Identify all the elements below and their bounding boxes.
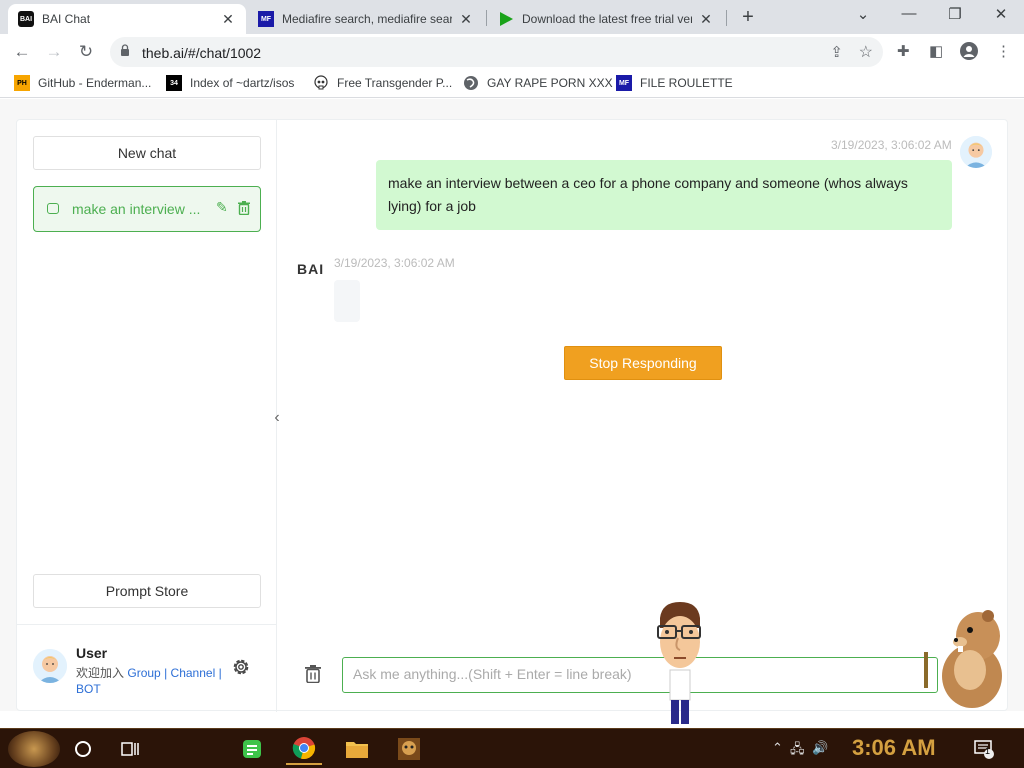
game-app-icon[interactable]	[391, 733, 427, 765]
profile-avatar-icon[interactable]	[960, 42, 978, 64]
cortana-search-icon[interactable]	[71, 737, 95, 761]
globe-icon	[463, 75, 479, 91]
channel-link[interactable]: Channel	[171, 666, 216, 680]
chat-app: New chat make an interview ... ✎ Prompt …	[16, 119, 1008, 712]
bai-bot-logo: BAI	[297, 261, 325, 277]
ph-favicon-icon: PH	[14, 75, 30, 91]
chat-panel: 3/19/2023, 3:06:02 AM make an interview …	[278, 120, 1008, 712]
bookmarks-bar: PH GitHub - Enderman... 34 Index of ~dar…	[0, 70, 1024, 98]
bookmark-file-roulette[interactable]: MF FILE ROULETTE	[616, 75, 733, 91]
back-arrow-icon[interactable]: ←	[10, 40, 34, 64]
bot-link[interactable]: BOT	[76, 682, 101, 696]
bookmark-star-icon[interactable]: ☆	[859, 42, 873, 62]
delete-trash-icon[interactable]	[238, 201, 250, 215]
forward-arrow-icon[interactable]: →	[42, 40, 66, 64]
mediafire-favicon-icon: MF	[616, 75, 632, 91]
user-links: 欢迎加入 Group | Channel | BOT	[76, 665, 236, 697]
network-icon[interactable]: 🖧	[790, 740, 805, 762]
tab-mediafire-search[interactable]: MF Mediafire search, mediafire search ✕	[248, 4, 484, 34]
settings-gear-icon[interactable]	[231, 657, 251, 677]
link-separator: |	[164, 666, 168, 680]
mediafire-favicon-icon: MF	[258, 11, 274, 27]
task-view-icon[interactable]	[118, 737, 142, 761]
chat-bubble-icon	[47, 203, 59, 214]
bookmark-index-dartz[interactable]: 34 Index of ~dartz/isos	[166, 75, 294, 91]
user-panel: User 欢迎加入 Group | Channel | BOT	[17, 624, 277, 712]
notification-count-badge: 1	[985, 746, 991, 756]
bookmark-github-enderman[interactable]: PH GitHub - Enderman...	[14, 75, 151, 91]
reload-icon[interactable]: ↻	[74, 40, 98, 64]
side-panel-icon[interactable]: ◧	[929, 42, 943, 60]
browser-toolbar: ← → ↻ theb.ai/#/chat/1002 ⇪ ☆ ✚ ◧ ⋮	[0, 34, 1024, 70]
share-icon[interactable]: ⇪	[830, 43, 843, 61]
url-text: theb.ai/#/chat/1002	[142, 45, 262, 61]
volume-icon[interactable]: 🔊	[812, 740, 828, 756]
tab-search-chevron-icon[interactable]: ⌄	[851, 5, 875, 23]
address-bar[interactable]: theb.ai/#/chat/1002 ⇪ ☆	[110, 37, 883, 67]
skull-icon	[313, 75, 329, 91]
tab-title: Mediafire search, mediafire search	[282, 12, 452, 26]
edit-pencil-icon[interactable]: ✎	[216, 199, 228, 216]
page-viewport: New chat make an interview ... ✎ Prompt …	[0, 99, 1024, 712]
taskbar-clock[interactable]: 3:06 AM	[852, 735, 936, 761]
show-hidden-icons-chevron-icon[interactable]: ⌃	[772, 740, 783, 756]
play-icon	[498, 11, 514, 27]
close-tab-icon[interactable]: ✕	[698, 11, 714, 28]
bookmark-label: GAY RAPE PORN XXX	[487, 76, 613, 90]
link-separator: |	[218, 666, 222, 680]
tab-separator	[726, 10, 727, 26]
bot-message-timestamp: 3/19/2023, 3:06:02 AM	[334, 256, 455, 270]
prompt-store-button[interactable]: Prompt Store	[33, 574, 261, 608]
start-button[interactable]	[8, 731, 60, 767]
stop-responding-button[interactable]: Stop Responding	[564, 346, 722, 380]
user-message-avatar	[960, 136, 992, 168]
34-favicon-icon: 34	[166, 75, 182, 91]
join-text: 欢迎加入	[76, 666, 125, 680]
chrome-app-icon[interactable]	[286, 733, 322, 765]
bookmark-gay-rape-porn[interactable]: GAY RAPE PORN XXX	[463, 75, 613, 91]
tab-bai-chat[interactable]: BAI BAI Chat ✕	[8, 4, 246, 34]
file-explorer-icon[interactable]	[339, 733, 375, 765]
bookmark-label: Index of ~dartz/isos	[190, 76, 295, 90]
kebab-menu-icon[interactable]: ⋮	[996, 42, 1011, 60]
lock-icon	[121, 44, 129, 56]
message-input[interactable]	[353, 666, 913, 682]
cartoon-gopher-overlay	[924, 610, 1002, 708]
tab-download-trial[interactable]: Download the latest free trial ver ✕	[488, 4, 724, 34]
tab-separator	[486, 10, 487, 26]
group-link[interactable]: Group	[127, 666, 160, 680]
minimize-button[interactable]: —	[897, 5, 921, 22]
user-message-timestamp: 3/19/2023, 3:06:02 AM	[831, 138, 952, 152]
close-window-button[interactable]: ✕	[989, 5, 1013, 23]
tab-strip: BAI BAI Chat ✕ MF Mediafire search, medi…	[0, 0, 1024, 34]
restore-button[interactable]: ❐	[943, 5, 967, 23]
tab-title: BAI Chat	[42, 12, 91, 26]
message-input-container	[342, 657, 938, 693]
bai-favicon-icon: BAI	[18, 11, 34, 27]
user-name: User	[76, 645, 108, 661]
extensions-puzzle-icon[interactable]: ✚	[897, 42, 910, 60]
tab-title: Download the latest free trial ver	[522, 12, 692, 26]
notes-app-icon[interactable]	[234, 733, 270, 765]
cartoon-character-overlay	[657, 602, 701, 724]
notifications-icon[interactable]: 1	[972, 737, 996, 761]
close-tab-icon[interactable]: ✕	[458, 11, 474, 28]
bookmark-label: Free Transgender P...	[337, 76, 453, 90]
new-tab-button[interactable]: +	[737, 6, 759, 29]
bookmark-free-transgender[interactable]: Free Transgender P...	[313, 75, 452, 91]
close-tab-icon[interactable]: ✕	[220, 11, 236, 28]
bookmark-label: GitHub - Enderman...	[38, 76, 152, 90]
taskbar: ⌃ 🖧 🔊 3:06 AM 1	[0, 728, 1024, 768]
sidebar: New chat make an interview ... ✎ Prompt …	[17, 120, 277, 712]
clear-chat-trash-icon[interactable]	[305, 665, 321, 683]
bookmark-label: FILE ROULETTE	[640, 76, 733, 90]
user-message-bubble: make an interview between a ceo for a ph…	[376, 160, 952, 230]
bot-message-bubble	[334, 280, 360, 322]
user-avatar	[33, 649, 67, 683]
chat-list-item[interactable]: make an interview ... ✎	[33, 186, 261, 232]
new-chat-button[interactable]: New chat	[33, 136, 261, 170]
chat-title: make an interview ...	[72, 201, 201, 217]
